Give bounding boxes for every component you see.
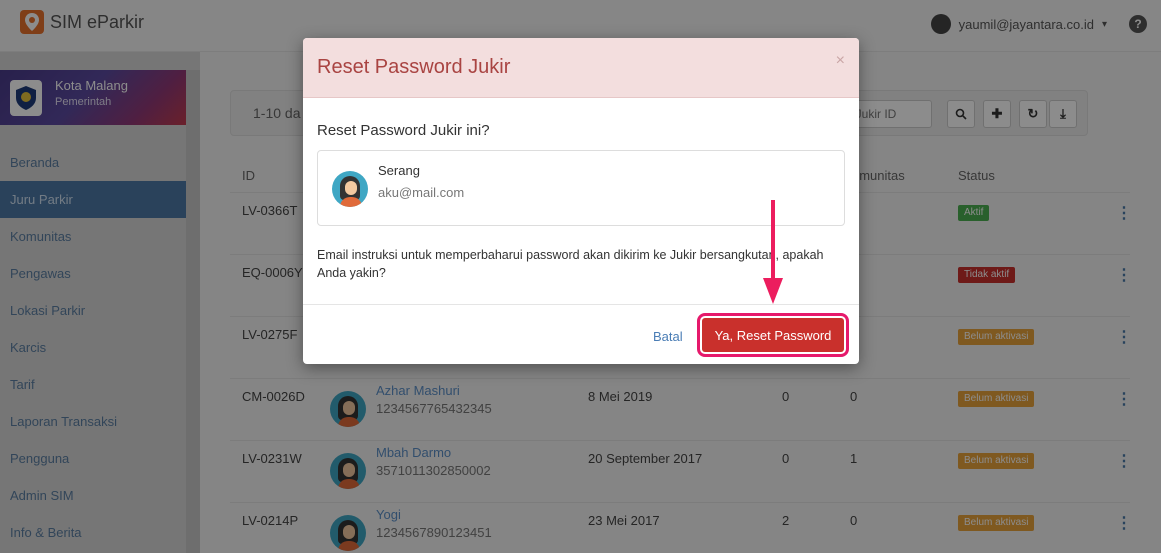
modal-message: Email instruksi untuk memperbaharui pass… (317, 248, 824, 280)
modal-footer: Batal Ya, Reset Password (303, 304, 859, 364)
close-icon[interactable]: × (836, 52, 845, 70)
jukir-email: aku@mail.com (378, 185, 465, 200)
avatar (332, 171, 368, 207)
annotation-arrow-icon (763, 278, 783, 304)
modal-title: Reset Password Jukir (317, 56, 511, 78)
modal-question: Reset Password Jukir ini? (317, 122, 490, 139)
modal-header: Reset Password Jukir × (303, 38, 859, 98)
reset-password-button[interactable]: Ya, Reset Password (697, 313, 849, 357)
annotation-arrow-shaft (771, 200, 775, 280)
jukir-name: Serang (378, 163, 420, 178)
jukir-card: Serang aku@mail.com (317, 150, 845, 226)
cancel-button[interactable]: Batal (653, 329, 683, 344)
reset-password-modal: Reset Password Jukir × Reset Password Ju… (303, 38, 859, 364)
